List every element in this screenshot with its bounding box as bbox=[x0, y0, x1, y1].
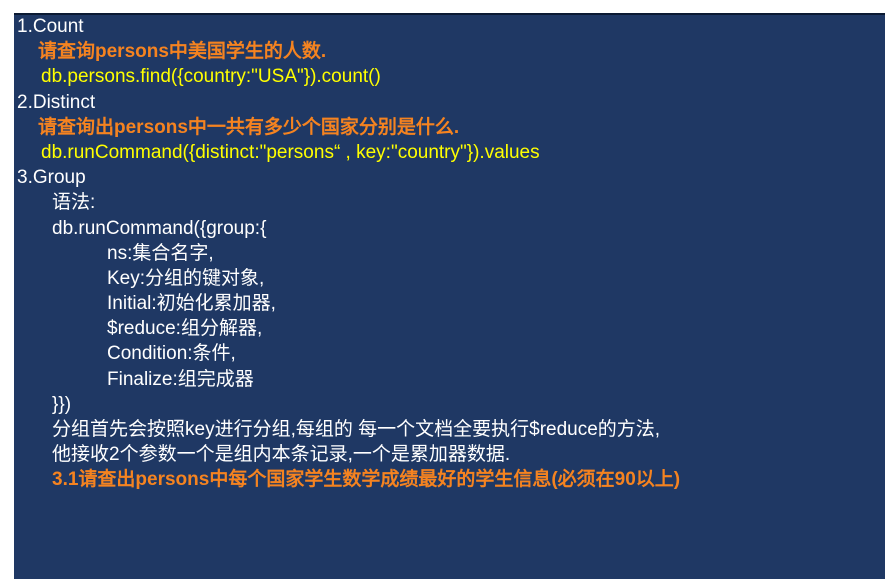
group-code-open: db.runCommand({group:{ bbox=[52, 217, 267, 239]
distinct-question: 请查询出persons中一共有多少个国家分别是什么. bbox=[38, 116, 460, 138]
slide: 1.Count 请查询persons中美国学生的人数. db.persons.f… bbox=[14, 13, 885, 579]
syntax-label: 语法: bbox=[52, 192, 96, 214]
group-description-2: 他接收2个参数一个是组内本条记录,一个是累加器数据. bbox=[52, 444, 511, 466]
group-question: 3.1请查出persons中每个国家学生数学成绩最好的学生信息(必须在90以上) bbox=[52, 469, 681, 491]
group-reduce-line: $reduce:组分解器, bbox=[107, 318, 263, 340]
distinct-code: db.runCommand({distinct:"persons“ , key:… bbox=[41, 141, 540, 163]
group-key-line: Key:分组的键对象, bbox=[107, 267, 265, 289]
count-question: 请查询persons中美国学生的人数. bbox=[38, 41, 327, 63]
distinct-heading: 2.Distinct bbox=[17, 91, 96, 113]
group-condition-line: Condition:条件, bbox=[107, 343, 236, 365]
group-finalize-line: Finalize:组完成器 bbox=[107, 368, 254, 390]
count-heading: 1.Count bbox=[17, 16, 84, 37]
group-code-close: }}) bbox=[52, 393, 72, 415]
count-code: db.persons.find({country:"USA"}).count() bbox=[41, 66, 381, 88]
group-heading: 3.Group bbox=[17, 167, 86, 189]
group-initial-line: Initial:初始化累加器, bbox=[107, 293, 276, 315]
group-description-1: 分组首先会按照key进行分组,每组的 每一个文档全要执行$reduce的方法, bbox=[52, 419, 661, 440]
group-ns-line: ns:集合名字, bbox=[107, 242, 214, 264]
